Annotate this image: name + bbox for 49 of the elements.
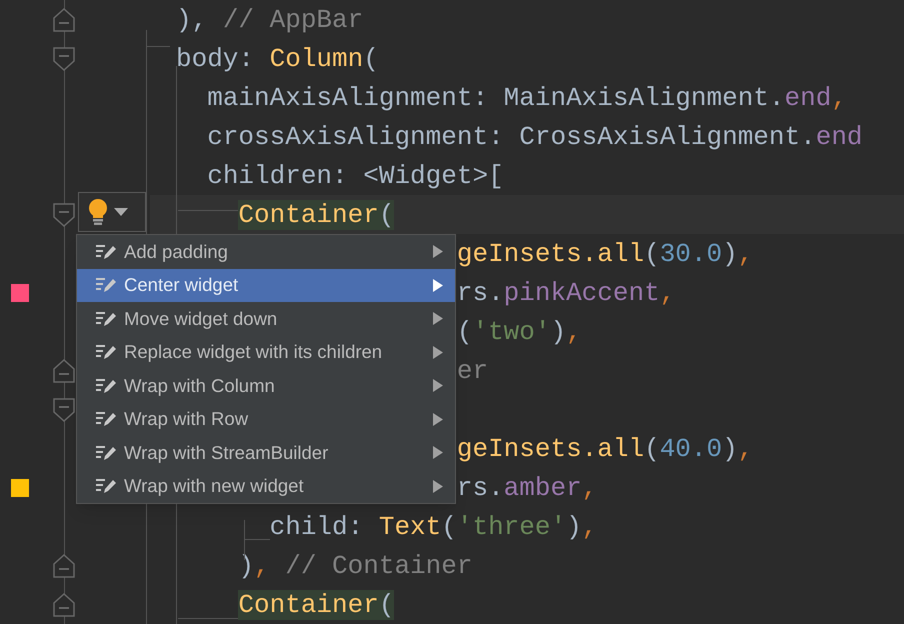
code-line: geInsets.all(30.0), xyxy=(456,238,754,270)
code-line: body: Column( xyxy=(176,42,379,76)
edit-icon xyxy=(95,444,117,462)
menu-item[interactable]: Center widget xyxy=(77,268,455,302)
menu-item-label: Move widget down xyxy=(124,306,278,331)
edit-icon xyxy=(95,310,117,328)
code-line: mainAxisAlignment: MainAxisAlignment.end, xyxy=(207,82,847,114)
edit-icon xyxy=(95,276,117,294)
code-line: rs.amber, xyxy=(456,472,598,504)
fold-marker-icon[interactable] xyxy=(53,554,75,578)
fold-marker-icon[interactable] xyxy=(53,8,75,32)
edit-icon xyxy=(95,410,117,428)
intention-bulb-button[interactable] xyxy=(78,192,146,232)
code-line: Container( xyxy=(238,198,394,232)
menu-item[interactable]: Replace widget with its children xyxy=(77,336,455,369)
code-line: rs.pinkAccent, xyxy=(456,276,676,310)
code-line: crossAxisAlignment: CrossAxisAlignment.end xyxy=(207,120,863,154)
code-line: ), // Container xyxy=(238,550,472,582)
fold-marker-icon[interactable] xyxy=(53,398,75,422)
menu-item-label: Add padding xyxy=(124,240,229,264)
menu-item[interactable]: Wrap with Column xyxy=(77,369,455,402)
menu-item-label: Wrap with StreamBuilder xyxy=(124,440,330,465)
code-line: ), // AppBar xyxy=(176,4,364,36)
menu-item-label: Wrap with Row xyxy=(124,407,250,432)
code-line: child: Text('three'), xyxy=(270,510,598,544)
code-line: ('two'), xyxy=(456,316,582,348)
menu-item-label: Center widget xyxy=(124,273,240,298)
menu-item-label: Wrap with Column xyxy=(124,374,276,398)
menu-item[interactable]: Wrap with StreamBuilder xyxy=(77,436,455,470)
code-line: Container( xyxy=(238,588,394,622)
edit-icon xyxy=(95,477,117,496)
edit-icon xyxy=(95,343,117,362)
menu-item[interactable]: Move widget down xyxy=(77,302,455,336)
fold-marker-icon[interactable] xyxy=(53,358,75,382)
menu-item[interactable]: Wrap with Row xyxy=(77,402,455,436)
edit-icon xyxy=(95,376,117,395)
code-line: geInsets.all(40.0), xyxy=(456,432,754,466)
fold-marker-icon[interactable] xyxy=(53,46,75,70)
menu-item[interactable]: Wrap with new widget xyxy=(77,470,455,503)
code-line: children: <Widget>[ xyxy=(207,160,504,192)
menu-item-label: Replace widget with its children xyxy=(124,340,384,364)
caret-icon xyxy=(114,208,128,216)
code-line: er xyxy=(456,354,488,388)
edit-icon xyxy=(95,242,117,261)
fold-marker-icon[interactable] xyxy=(53,202,75,226)
menu-item-label: Wrap with new widget xyxy=(124,474,305,498)
fold-marker-icon[interactable] xyxy=(53,592,75,616)
menu-item[interactable]: Add padding xyxy=(77,235,455,268)
lightbulb-icon xyxy=(88,198,108,226)
